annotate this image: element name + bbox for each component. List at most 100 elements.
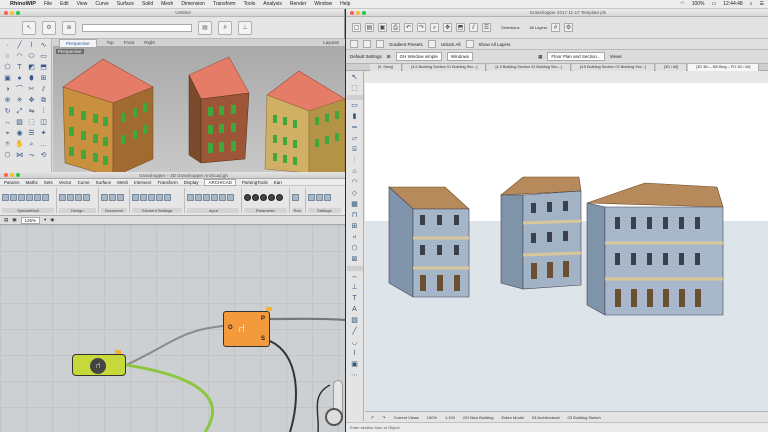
zoom-tool-icon[interactable]: ⌕ — [26, 140, 37, 150]
group-tool-icon[interactable]: ⬚ — [26, 118, 37, 128]
window-tool-icon[interactable]: ⊞ — [387, 54, 391, 60]
arrow-tool-icon[interactable]: ↖ — [352, 73, 358, 83]
more-tools-icon[interactable]: ⋯ — [351, 371, 358, 381]
gh-tab-curve[interactable]: Curve — [78, 180, 90, 185]
loft-tool-icon[interactable]: ⋈ — [14, 151, 25, 161]
gh-tab-maths[interactable]: Maths — [26, 180, 38, 185]
ribbon-icon[interactable] — [108, 194, 116, 201]
arc-tool-icon[interactable]: ◠ — [14, 52, 25, 62]
split-tool-icon[interactable]: ⫽ — [38, 85, 49, 95]
status-dimension[interactable]: 03 Building Sketch — [568, 415, 601, 420]
zoom-button[interactable] — [16, 10, 20, 15]
gh-zoom-button[interactable] — [16, 173, 20, 177]
tab-section-01[interactable]: [4.5 Building Section 01 Building Sec...… — [403, 63, 487, 71]
status-undo-icon[interactable]: ↶ — [371, 415, 374, 420]
layouts-button[interactable]: Layouts — [323, 40, 339, 45]
ribbon-icon[interactable] — [307, 194, 315, 201]
settings-icon[interactable]: ⚙ — [564, 23, 574, 32]
ribbon-icon[interactable] — [291, 194, 299, 201]
gh-tab-transform[interactable]: Transform — [157, 180, 177, 185]
chevron-down-icon[interactable]: ▾ — [44, 217, 46, 223]
ribbon-icon[interactable] — [26, 194, 33, 201]
all-layers-label[interactable]: All Layers — [529, 25, 547, 30]
move-tool-icon[interactable]: ✥ — [26, 96, 37, 106]
cylinder-tool-icon[interactable]: ⬮ — [26, 74, 37, 84]
list-icon[interactable]: ☰ — [760, 1, 764, 7]
surface-tool-icon[interactable]: ◩ — [26, 63, 37, 73]
ribbon-icon[interactable] — [315, 194, 323, 201]
views-label[interactable]: Views — [610, 54, 622, 59]
curve-tool-icon[interactable]: ∿ — [38, 41, 49, 51]
slab-tool-icon[interactable]: ▱ — [352, 134, 357, 144]
wall-icon[interactable] — [376, 40, 384, 48]
gear-icon[interactable]: ⚙ — [42, 20, 56, 35]
analyze-tool-icon[interactable]: ⌖ — [2, 129, 13, 139]
tab-top[interactable]: Top — [107, 40, 114, 45]
open-icon[interactable]: ▤ — [365, 23, 374, 32]
menu-file[interactable]: File — [44, 1, 52, 7]
ribbon-icon[interactable] — [252, 194, 260, 201]
layer-icon[interactable]: ▤ — [198, 20, 212, 35]
wall-tool-icon[interactable]: ▭ — [351, 101, 358, 111]
snap-icon[interactable]: ⊕ — [62, 20, 76, 35]
circle-tool-icon[interactable]: ○ — [2, 52, 13, 62]
pan-tool-icon[interactable]: ✋ — [14, 140, 25, 150]
array-tool-icon[interactable]: ⁞ — [38, 107, 49, 117]
print-icon[interactable]: ⎙ — [391, 23, 400, 32]
lock-icon[interactable] — [427, 40, 436, 48]
cage-tool-icon[interactable]: ⬡ — [2, 151, 13, 161]
fillet-tool-icon[interactable]: ⌒ — [14, 85, 25, 95]
mirror-tool-icon[interactable]: ⇋ — [26, 107, 37, 117]
wifi-icon[interactable]: ◠ — [680, 1, 684, 7]
layer-icon[interactable]: ☰ — [482, 23, 491, 32]
gh-tab-params[interactable]: Params — [4, 180, 20, 185]
eye-icon[interactable]: ◉ — [50, 217, 54, 223]
close-button[interactable] — [4, 10, 8, 15]
light-tool-icon[interactable]: ✦ — [38, 129, 49, 139]
marquee-icon[interactable] — [363, 40, 371, 48]
object-tool-icon[interactable]: ⑁ — [352, 233, 356, 243]
tab-perspective[interactable]: Perspective — [59, 38, 97, 47]
gh-tab-vector[interactable]: Vector — [59, 180, 72, 185]
ac-minimize-button[interactable] — [356, 10, 360, 15]
point-tool-icon[interactable]: · — [2, 41, 13, 51]
text-tool-icon[interactable]: T — [14, 63, 25, 73]
ribbon-icon[interactable] — [10, 194, 17, 201]
boolean-tool-icon[interactable]: ◑ — [2, 85, 13, 95]
parameter-component[interactable]: ⑁ — [72, 354, 126, 376]
status-pen-set[interactable]: 03 Architectural — [532, 415, 560, 420]
clock[interactable]: 12:44:48 — [723, 1, 742, 7]
status-redo-icon[interactable]: ↷ — [382, 415, 385, 420]
ribbon-icon[interactable] — [132, 194, 140, 201]
line-tool-icon[interactable]: ╱ — [14, 41, 25, 51]
ribbon-icon[interactable] — [42, 194, 49, 201]
more-tool-icon[interactable]: … — [38, 140, 49, 150]
sphere-tool-icon[interactable]: ● — [14, 74, 25, 84]
label-tool-icon[interactable]: A — [352, 305, 357, 315]
ribbon-icon[interactable] — [203, 194, 211, 201]
archicad-window-component[interactable]: O ⑁ P S — [223, 311, 270, 347]
join-tool-icon[interactable]: ⊕ — [2, 96, 13, 106]
rotate-tool-icon[interactable]: ↻ — [2, 107, 13, 117]
ribbon-icon[interactable] — [2, 194, 9, 201]
menu-view[interactable]: View — [77, 1, 88, 7]
ribbon-icon[interactable] — [148, 194, 156, 201]
tab-story[interactable]: [0. Story] — [370, 63, 403, 71]
text-tool-icon[interactable]: T — [352, 294, 356, 304]
eye-icon[interactable] — [465, 40, 474, 48]
redo-icon[interactable]: ↷ — [417, 23, 426, 32]
render-tool-icon[interactable]: ◉ — [14, 129, 25, 139]
ribbon-icon[interactable] — [187, 194, 195, 201]
stair-tool-icon[interactable]: ⌸ — [352, 145, 356, 155]
gh-tab-surface[interactable]: Surface — [96, 180, 112, 185]
tab-section-02[interactable]: [4.3 Building Section 02 Building Sec...… — [487, 63, 571, 71]
ribbon-icon[interactable] — [227, 194, 235, 201]
grid-icon[interactable]: # — [218, 20, 232, 35]
revolve-tool-icon[interactable]: ⟲ — [38, 151, 49, 161]
ellipse-tool-icon[interactable]: ⬭ — [26, 52, 37, 62]
ribbon-icon[interactable] — [268, 194, 276, 201]
window-type-dropdown[interactable]: GH Window simple — [395, 52, 442, 61]
trim-tool-icon[interactable]: ✂ — [26, 85, 37, 95]
ortho-icon[interactable]: ⊥ — [238, 20, 252, 35]
unlock-all-label[interactable]: Unlock All — [441, 42, 461, 47]
